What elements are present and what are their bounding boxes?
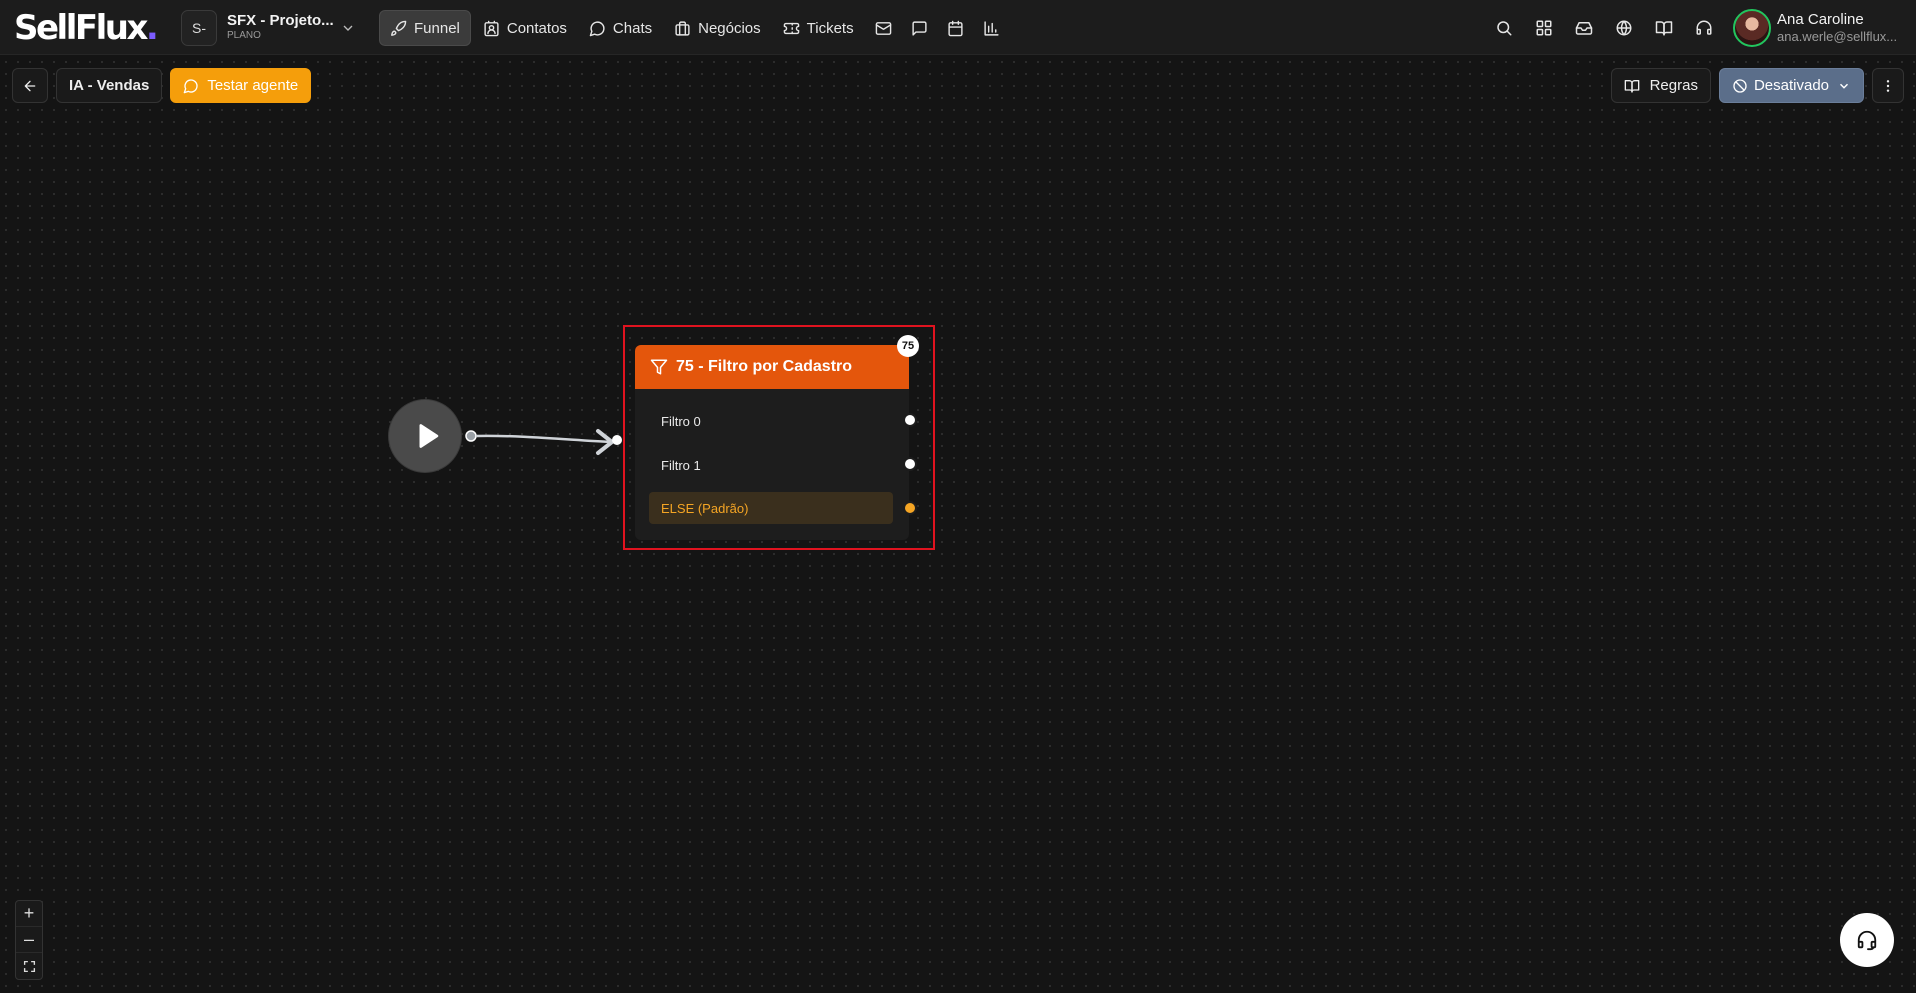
nav-negocios[interactable]: Negócios — [664, 10, 771, 46]
book-icon — [1655, 21, 1673, 36]
back-button[interactable] — [12, 68, 48, 103]
node-header[interactable]: 75 - Filtro por Cadastro — [635, 345, 909, 389]
rules-button[interactable]: Regras — [1610, 68, 1711, 103]
mail-icon — [875, 21, 892, 35]
filter-output-0[interactable]: Filtro 0 — [649, 405, 893, 437]
chat-icon — [589, 20, 605, 36]
project-avatar: S- — [181, 10, 217, 46]
ticket-icon — [783, 22, 799, 34]
avatar — [1733, 9, 1771, 47]
support-header-button[interactable] — [1684, 10, 1724, 46]
nav-tickets[interactable]: Tickets — [773, 10, 864, 46]
support-chat-button[interactable] — [1840, 913, 1894, 967]
top-navigation-bar: SellFlux. S- SFX - Projeto... PLANO Funn… — [0, 0, 1916, 55]
node-id-badge: 75 — [897, 335, 919, 357]
rocket-icon — [391, 20, 407, 36]
nav-contatos[interactable]: Contatos — [473, 10, 577, 46]
flow-title[interactable]: IA - Vendas — [56, 68, 163, 103]
zoom-out-button[interactable]: – — [16, 927, 42, 953]
sellflux-logo[interactable]: SellFlux. — [14, 8, 159, 48]
user-name: Ana Caroline — [1777, 11, 1864, 28]
fullscreen-icon — [23, 960, 35, 972]
arrow-left-icon — [24, 80, 36, 91]
project-plan: PLANO — [227, 30, 261, 41]
test-agent-button[interactable]: Testar agente — [170, 68, 312, 103]
chevron-down-icon — [1839, 83, 1849, 89]
briefcase-icon — [675, 20, 690, 36]
apps-button[interactable] — [1524, 10, 1564, 46]
search-icon — [1497, 21, 1512, 36]
contacts-icon — [484, 20, 499, 36]
nav-reports[interactable] — [974, 10, 1010, 46]
editor-toolbar-left: IA - Vendas Testar agente — [12, 68, 312, 103]
inbox-icon — [1575, 22, 1593, 35]
apps-grid-icon — [1536, 20, 1552, 36]
main-nav: Funnel Contatos Chats Negócios Tickets — [379, 10, 1010, 46]
editor-toolbar-right: Regras Desativado — [1610, 68, 1904, 103]
nav-chats[interactable]: Chats — [579, 10, 662, 46]
inbox-button[interactable] — [1564, 10, 1604, 46]
flow-canvas[interactable] — [0, 56, 1916, 993]
filter-node[interactable]: 75 - Filtro por Cadastro Filtro 0 Filtro… — [635, 345, 917, 540]
docs-button[interactable] — [1644, 10, 1684, 46]
message-square-icon — [912, 20, 927, 36]
start-output-handle[interactable] — [465, 430, 477, 442]
nav-messages[interactable] — [902, 10, 938, 46]
globe-icon — [1616, 20, 1632, 36]
start-node[interactable] — [389, 400, 461, 472]
user-email: ana.werle@sellflux... — [1777, 29, 1898, 44]
output-handle-0[interactable] — [903, 413, 917, 427]
more-vertical-icon — [1886, 79, 1890, 92]
zoom-controls: + – — [15, 900, 43, 980]
search-button[interactable] — [1484, 10, 1524, 46]
output-handle-1[interactable] — [903, 457, 917, 471]
calendar-icon — [948, 20, 963, 36]
output-handle-else[interactable] — [903, 501, 917, 515]
header-actions — [1484, 10, 1724, 46]
play-icon — [419, 424, 439, 448]
zoom-in-button[interactable]: + — [16, 901, 42, 927]
ban-icon — [1733, 78, 1747, 93]
book-open-icon — [1624, 79, 1639, 93]
node-input-handle[interactable] — [612, 435, 622, 445]
bar-chart-icon — [984, 20, 999, 36]
nav-mail[interactable] — [866, 10, 902, 46]
connection-edge[interactable] — [460, 420, 630, 470]
nav-funnel[interactable]: Funnel — [379, 10, 471, 46]
status-dropdown[interactable]: Desativado — [1718, 68, 1864, 103]
project-selector[interactable]: S- SFX - Projeto... PLANO — [181, 10, 356, 46]
chevron-down-icon — [343, 25, 353, 31]
filter-icon — [650, 359, 668, 375]
project-name: SFX - Projeto... — [227, 12, 334, 29]
filter-output-else[interactable]: ELSE (Padrão) — [649, 492, 893, 524]
user-menu[interactable]: Ana Caroline ana.werle@sellflux... — [1733, 8, 1913, 48]
fit-view-button[interactable] — [16, 953, 42, 979]
filter-output-1[interactable]: Filtro 1 — [649, 449, 893, 481]
nav-calendar[interactable] — [938, 10, 974, 46]
more-options-button[interactable] — [1872, 68, 1904, 103]
language-button[interactable] — [1604, 10, 1644, 46]
node-title: 75 - Filtro por Cadastro — [676, 358, 853, 375]
chat-icon — [183, 78, 198, 93]
headset-icon — [1696, 20, 1712, 35]
headset-icon — [1857, 930, 1877, 951]
